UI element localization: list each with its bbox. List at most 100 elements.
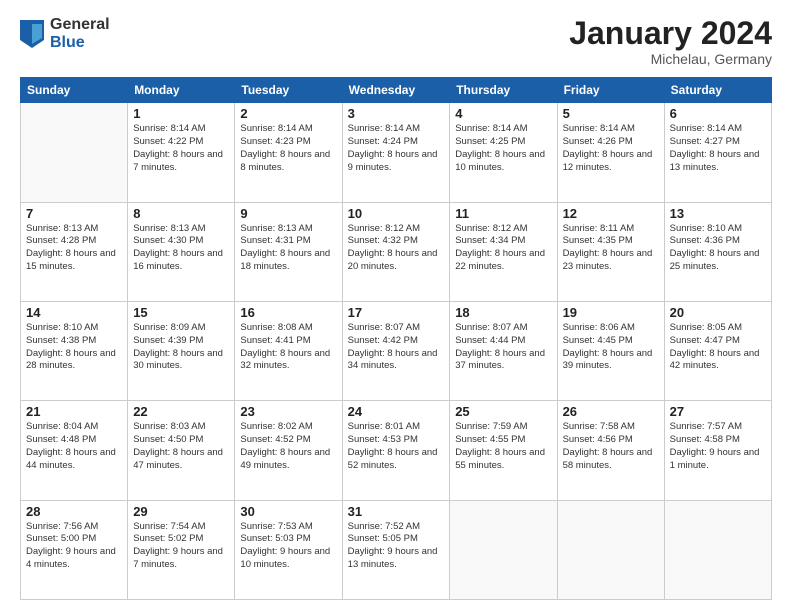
calendar-cell-w0-d1: 1Sunrise: 8:14 AM Sunset: 4:22 PM Daylig… bbox=[128, 103, 235, 202]
day-number-w2-d1: 15 bbox=[133, 305, 229, 320]
title-block: January 2024 Michelau, Germany bbox=[569, 16, 772, 67]
page: General Blue January 2024 Michelau, Germ… bbox=[0, 0, 792, 612]
calendar-cell-w1-d1: 8Sunrise: 8:13 AM Sunset: 4:30 PM Daylig… bbox=[128, 202, 235, 301]
week-row-2: 14 Sunrise: 8:10 AM Sunset: 4:38 PM Dayli… bbox=[21, 301, 772, 400]
day-number-w1-d1: 8 bbox=[133, 206, 229, 221]
logo-icon bbox=[20, 20, 44, 48]
calendar-cell-w0-d4: 4 Sunrise: 8:14 AM Sunset: 4:25 PM Daylig… bbox=[450, 103, 557, 202]
calendar-cell-w0-d2: 2Sunrise: 8:14 AM Sunset: 4:23 PM Daylig… bbox=[235, 103, 342, 202]
day-number-w1-d2: 9 bbox=[240, 206, 336, 221]
calendar-cell-w3-d5: 26 Sunrise: 7:58 AM Sunset: 4:56 PM Dayli… bbox=[557, 401, 664, 500]
day-info-w2-d5: Sunrise: 8:06 AM Sunset: 4:45 PM Dayligh… bbox=[563, 322, 659, 373]
day-number-w3-d6: 27 bbox=[670, 404, 766, 419]
header-thursday: Thursday bbox=[450, 78, 557, 103]
day-info-w4-d2: Sunrise: 7:53 AM Sunset: 5:03 PM Dayligh… bbox=[240, 521, 336, 572]
day-number-w1-d6: 13 bbox=[670, 206, 766, 221]
day-number-w2-d0: 14 bbox=[26, 305, 122, 320]
day-number-w1-d5: 12 bbox=[563, 206, 659, 221]
header-sunday: Sunday bbox=[21, 78, 128, 103]
day-info-w1-d5: Sunrise: 8:11 AM Sunset: 4:35 PM Dayligh… bbox=[563, 223, 659, 274]
calendar-cell-w2-d6: 20Sunrise: 8:05 AM Sunset: 4:47 PM Dayli… bbox=[664, 301, 771, 400]
day-info-w3-d0: Sunrise: 8:04 AM Sunset: 4:48 PM Dayligh… bbox=[26, 421, 122, 472]
day-info-w3-d1: Sunrise: 8:03 AM Sunset: 4:50 PM Dayligh… bbox=[133, 421, 229, 472]
logo: General Blue bbox=[20, 16, 110, 51]
day-info-w3-d4: Sunrise: 7:59 AM Sunset: 4:55 PM Dayligh… bbox=[455, 421, 551, 472]
day-number-w4-d2: 30 bbox=[240, 504, 336, 519]
month-title: January 2024 bbox=[569, 16, 772, 51]
day-number-w0-d4: 4 bbox=[455, 106, 551, 121]
day-number-w3-d2: 23 bbox=[240, 404, 336, 419]
calendar-cell-w4-d4 bbox=[450, 500, 557, 599]
calendar-cell-w4-d0: 28Sunrise: 7:56 AM Sunset: 5:00 PM Dayli… bbox=[21, 500, 128, 599]
week-row-0: 1Sunrise: 8:14 AM Sunset: 4:22 PM Daylig… bbox=[21, 103, 772, 202]
day-number-w1-d4: 11 bbox=[455, 206, 551, 221]
day-info-w0-d3: Sunrise: 8:14 AM Sunset: 4:24 PM Dayligh… bbox=[348, 123, 445, 174]
calendar-cell-w1-d6: 13Sunrise: 8:10 AM Sunset: 4:36 PM Dayli… bbox=[664, 202, 771, 301]
day-number-w4-d1: 29 bbox=[133, 504, 229, 519]
calendar-cell-w2-d1: 15 Sunrise: 8:09 AM Sunset: 4:39 PM Dayli… bbox=[128, 301, 235, 400]
day-number-w1-d0: 7 bbox=[26, 206, 122, 221]
calendar-cell-w1-d5: 12 Sunrise: 8:11 AM Sunset: 4:35 PM Dayli… bbox=[557, 202, 664, 301]
day-number-w2-d4: 18 bbox=[455, 305, 551, 320]
calendar-cell-w1-d3: 10Sunrise: 8:12 AM Sunset: 4:32 PM Dayli… bbox=[342, 202, 450, 301]
header-saturday: Saturday bbox=[664, 78, 771, 103]
day-number-w3-d0: 21 bbox=[26, 404, 122, 419]
day-number-w2-d5: 19 bbox=[563, 305, 659, 320]
day-info-w1-d3: Sunrise: 8:12 AM Sunset: 4:32 PM Dayligh… bbox=[348, 223, 445, 274]
calendar-cell-w3-d4: 25 Sunrise: 7:59 AM Sunset: 4:55 PM Dayli… bbox=[450, 401, 557, 500]
header: General Blue January 2024 Michelau, Germ… bbox=[20, 16, 772, 67]
calendar-cell-w3-d1: 22 Sunrise: 8:03 AM Sunset: 4:50 PM Dayli… bbox=[128, 401, 235, 500]
logo-general-text: General bbox=[50, 16, 110, 34]
calendar-cell-w3-d2: 23 Sunrise: 8:02 AM Sunset: 4:52 PM Dayli… bbox=[235, 401, 342, 500]
day-info-w1-d4: Sunrise: 8:12 AM Sunset: 4:34 PM Dayligh… bbox=[455, 223, 551, 274]
day-number-w2-d2: 16 bbox=[240, 305, 336, 320]
header-wednesday: Wednesday bbox=[342, 78, 450, 103]
day-info-w2-d3: Sunrise: 8:07 AM Sunset: 4:42 PM Dayligh… bbox=[348, 322, 445, 373]
logo-text: General Blue bbox=[50, 16, 110, 51]
calendar-cell-w1-d2: 9 Sunrise: 8:13 AM Sunset: 4:31 PM Daylig… bbox=[235, 202, 342, 301]
day-info-w3-d6: Sunrise: 7:57 AM Sunset: 4:58 PM Dayligh… bbox=[670, 421, 766, 472]
day-number-w3-d4: 25 bbox=[455, 404, 551, 419]
calendar-cell-w3-d6: 27 Sunrise: 7:57 AM Sunset: 4:58 PM Dayli… bbox=[664, 401, 771, 500]
calendar-cell-w1-d0: 7Sunrise: 8:13 AM Sunset: 4:28 PM Daylig… bbox=[21, 202, 128, 301]
header-monday: Monday bbox=[128, 78, 235, 103]
day-info-w2-d2: Sunrise: 8:08 AM Sunset: 4:41 PM Dayligh… bbox=[240, 322, 336, 373]
calendar-cell-w4-d2: 30 Sunrise: 7:53 AM Sunset: 5:03 PM Dayli… bbox=[235, 500, 342, 599]
calendar-cell-w3-d0: 21 Sunrise: 8:04 AM Sunset: 4:48 PM Dayli… bbox=[21, 401, 128, 500]
day-number-w0-d5: 5 bbox=[563, 106, 659, 121]
day-info-w2-d0: Sunrise: 8:10 AM Sunset: 4:38 PM Dayligh… bbox=[26, 322, 122, 373]
day-info-w3-d2: Sunrise: 8:02 AM Sunset: 4:52 PM Dayligh… bbox=[240, 421, 336, 472]
header-tuesday: Tuesday bbox=[235, 78, 342, 103]
day-info-w0-d4: Sunrise: 8:14 AM Sunset: 4:25 PM Dayligh… bbox=[455, 123, 551, 174]
calendar-cell-w4-d6 bbox=[664, 500, 771, 599]
day-info-w3-d5: Sunrise: 7:58 AM Sunset: 4:56 PM Dayligh… bbox=[563, 421, 659, 472]
day-info-w0-d6: Sunrise: 8:14 AM Sunset: 4:27 PM Dayligh… bbox=[670, 123, 766, 174]
day-info-w4-d0: Sunrise: 7:56 AM Sunset: 5:00 PM Dayligh… bbox=[26, 521, 122, 572]
day-number-w3-d5: 26 bbox=[563, 404, 659, 419]
week-row-4: 28Sunrise: 7:56 AM Sunset: 5:00 PM Dayli… bbox=[21, 500, 772, 599]
calendar-cell-w4-d3: 31Sunrise: 7:52 AM Sunset: 5:05 PM Dayli… bbox=[342, 500, 450, 599]
day-info-w0-d1: Sunrise: 8:14 AM Sunset: 4:22 PM Dayligh… bbox=[133, 123, 229, 174]
day-info-w1-d2: Sunrise: 8:13 AM Sunset: 4:31 PM Dayligh… bbox=[240, 223, 336, 274]
day-number-w3-d1: 22 bbox=[133, 404, 229, 419]
calendar-cell-w0-d3: 3Sunrise: 8:14 AM Sunset: 4:24 PM Daylig… bbox=[342, 103, 450, 202]
calendar-cell-w2-d5: 19 Sunrise: 8:06 AM Sunset: 4:45 PM Dayli… bbox=[557, 301, 664, 400]
calendar-cell-w4-d5 bbox=[557, 500, 664, 599]
week-row-3: 21 Sunrise: 8:04 AM Sunset: 4:48 PM Dayli… bbox=[21, 401, 772, 500]
calendar-cell-w2-d0: 14 Sunrise: 8:10 AM Sunset: 4:38 PM Dayli… bbox=[21, 301, 128, 400]
calendar: Sunday Monday Tuesday Wednesday Thursday… bbox=[20, 77, 772, 600]
day-info-w2-d1: Sunrise: 8:09 AM Sunset: 4:39 PM Dayligh… bbox=[133, 322, 229, 373]
calendar-cell-w2-d3: 17 Sunrise: 8:07 AM Sunset: 4:42 PM Dayli… bbox=[342, 301, 450, 400]
day-info-w2-d6: Sunrise: 8:05 AM Sunset: 4:47 PM Dayligh… bbox=[670, 322, 766, 373]
calendar-cell-w0-d6: 6Sunrise: 8:14 AM Sunset: 4:27 PM Daylig… bbox=[664, 103, 771, 202]
day-number-w2-d3: 17 bbox=[348, 305, 445, 320]
calendar-cell-w2-d4: 18 Sunrise: 8:07 AM Sunset: 4:44 PM Dayli… bbox=[450, 301, 557, 400]
weekday-header-row: Sunday Monday Tuesday Wednesday Thursday… bbox=[21, 78, 772, 103]
logo-blue-text: Blue bbox=[50, 34, 110, 52]
week-row-1: 7Sunrise: 8:13 AM Sunset: 4:28 PM Daylig… bbox=[21, 202, 772, 301]
calendar-cell-w4-d1: 29 Sunrise: 7:54 AM Sunset: 5:02 PM Dayli… bbox=[128, 500, 235, 599]
day-number-w0-d2: 2 bbox=[240, 106, 336, 121]
day-info-w4-d1: Sunrise: 7:54 AM Sunset: 5:02 PM Dayligh… bbox=[133, 521, 229, 572]
day-info-w2-d4: Sunrise: 8:07 AM Sunset: 4:44 PM Dayligh… bbox=[455, 322, 551, 373]
day-number-w3-d3: 24 bbox=[348, 404, 445, 419]
